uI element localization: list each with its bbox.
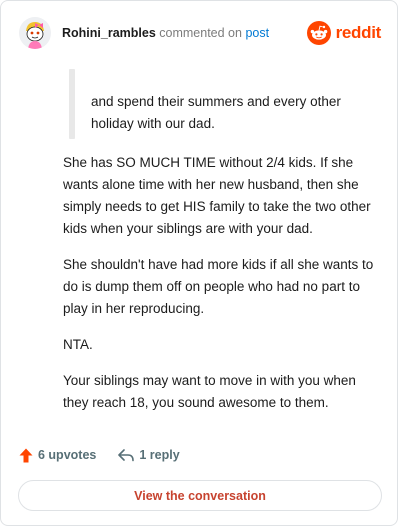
- comment-body: She has SO MUCH TIME without 2/4 kids. I…: [63, 152, 383, 428]
- username-link[interactable]: Rohini_rambles: [62, 26, 156, 40]
- comment-paragraph: She has SO MUCH TIME without 2/4 kids. I…: [63, 155, 371, 236]
- reply-count: 1 reply: [139, 448, 180, 462]
- comment-paragraph: Your siblings may want to move in with y…: [63, 373, 356, 410]
- comment-meta: Rohini_rambles commented on post: [62, 26, 269, 40]
- comment-card: Rohini_rambles commented on post reddit …: [0, 0, 398, 526]
- snoo-avatar-icon: [19, 17, 51, 49]
- reddit-wordmark: reddit: [335, 23, 382, 42]
- commented-on-text: commented on: [159, 26, 242, 40]
- comment-paragraph: NTA.: [63, 337, 93, 352]
- upvote-arrow-icon: [19, 448, 33, 462]
- reply-button[interactable]: 1 reply: [118, 448, 180, 462]
- comment-header: Rohini_rambles commented on post reddit: [19, 17, 381, 53]
- view-conversation-button[interactable]: View the conversation: [18, 480, 382, 511]
- quote-bar: [69, 69, 75, 139]
- upvote-button[interactable]: 6 upvotes: [19, 448, 96, 463]
- quoted-text: and spend their summers and every other …: [91, 94, 341, 131]
- comment-paragraph: She shouldn't have had more kids if all …: [63, 257, 374, 316]
- upvote-count: 6 upvotes: [38, 448, 97, 462]
- reddit-logo-icon: [306, 21, 331, 45]
- post-link[interactable]: post: [245, 26, 269, 40]
- reply-arrow-icon: [118, 448, 135, 461]
- avatar[interactable]: [19, 17, 51, 49]
- reddit-brand[interactable]: reddit: [306, 20, 382, 46]
- comment-actions: 6 upvotes 1 reply: [19, 445, 180, 465]
